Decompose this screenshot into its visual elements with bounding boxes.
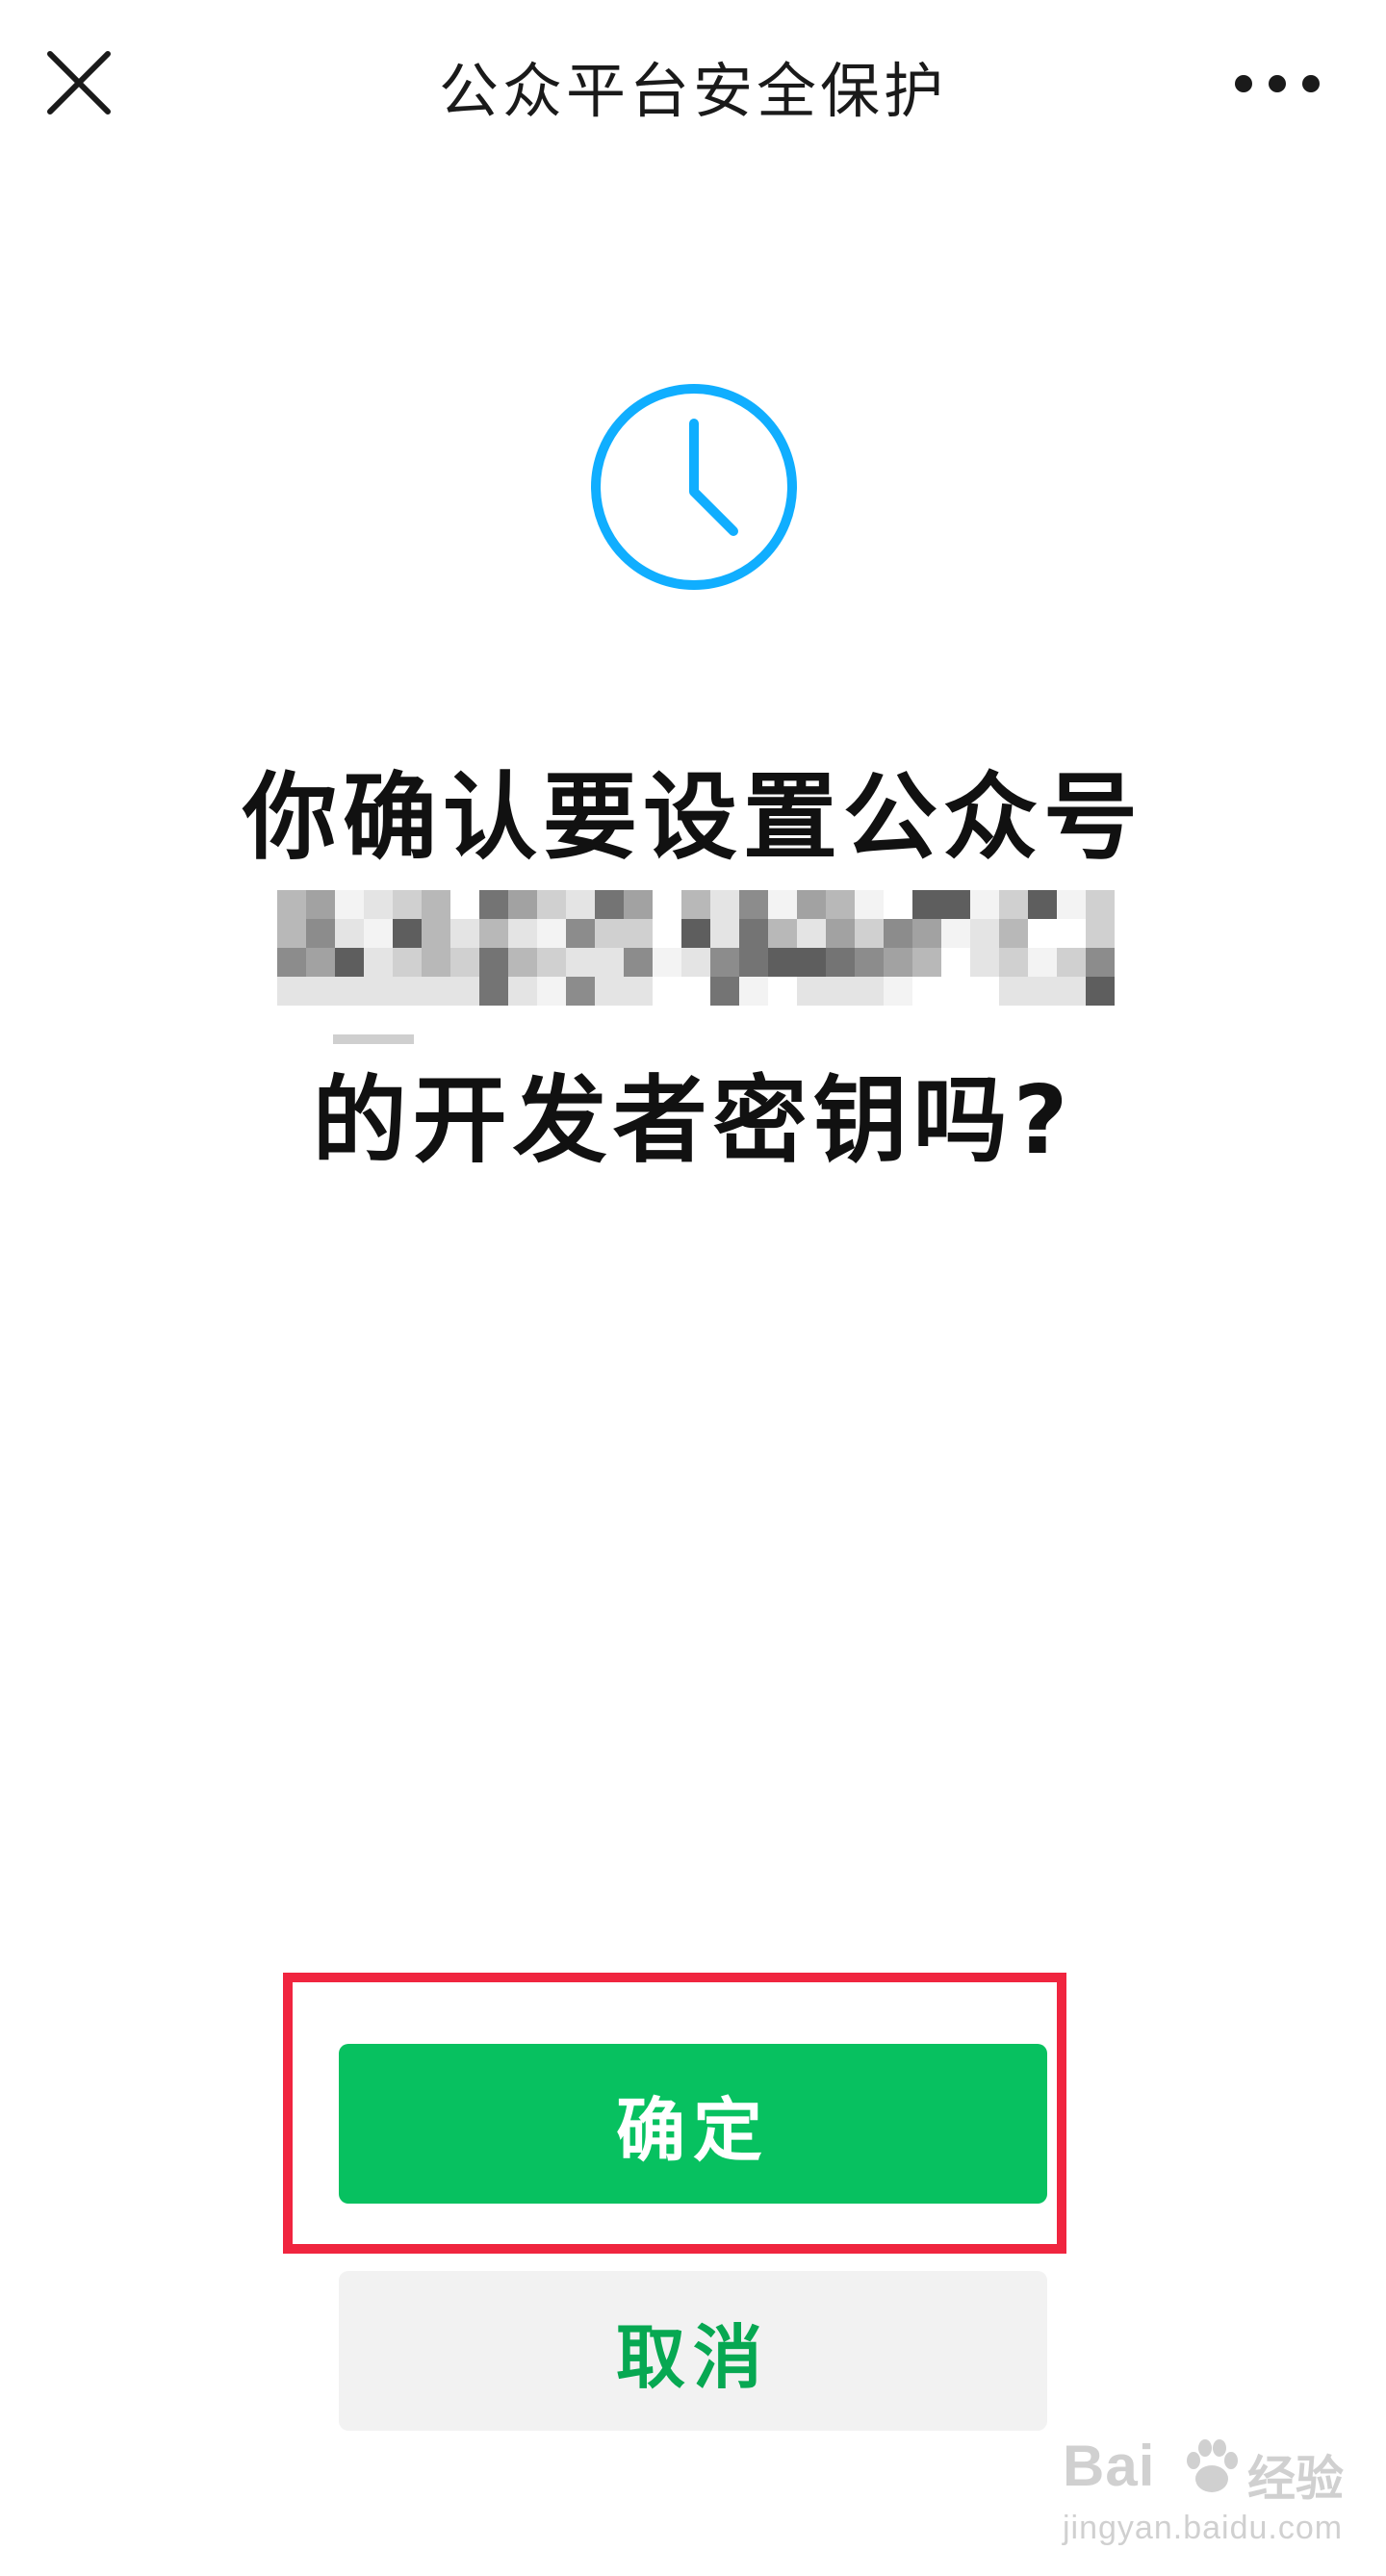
- watermark-brand: Bai: [1063, 2434, 1156, 2498]
- redacted-account-name: [277, 890, 1115, 1006]
- status-icon-wrapper: [587, 380, 801, 594]
- more-button[interactable]: [1224, 60, 1330, 108]
- more-icon: [1235, 75, 1320, 92]
- watermark-label: 经验: [1247, 2451, 1344, 2507]
- prompt-line-2: 的开发者密钥吗?: [312, 1066, 1074, 1176]
- paw-logo-icon: [1180, 2436, 1244, 2500]
- page-title: 公众平台安全保护: [438, 56, 947, 126]
- confirm-button[interactable]: 确定: [339, 2044, 1047, 2204]
- redacted-fragment: [333, 1034, 414, 1044]
- watermark: Bai 经验 jingyan.baidu.com: [1059, 2433, 1348, 2548]
- watermark-url: jingyan.baidu.com: [1063, 2510, 1344, 2546]
- prompt-line-1: 你确认要设置公众号: [242, 763, 1143, 873]
- top-bar: 公众平台安全保护: [0, 0, 1386, 164]
- cancel-button[interactable]: 取消: [339, 2271, 1047, 2431]
- clock-icon: [591, 384, 797, 590]
